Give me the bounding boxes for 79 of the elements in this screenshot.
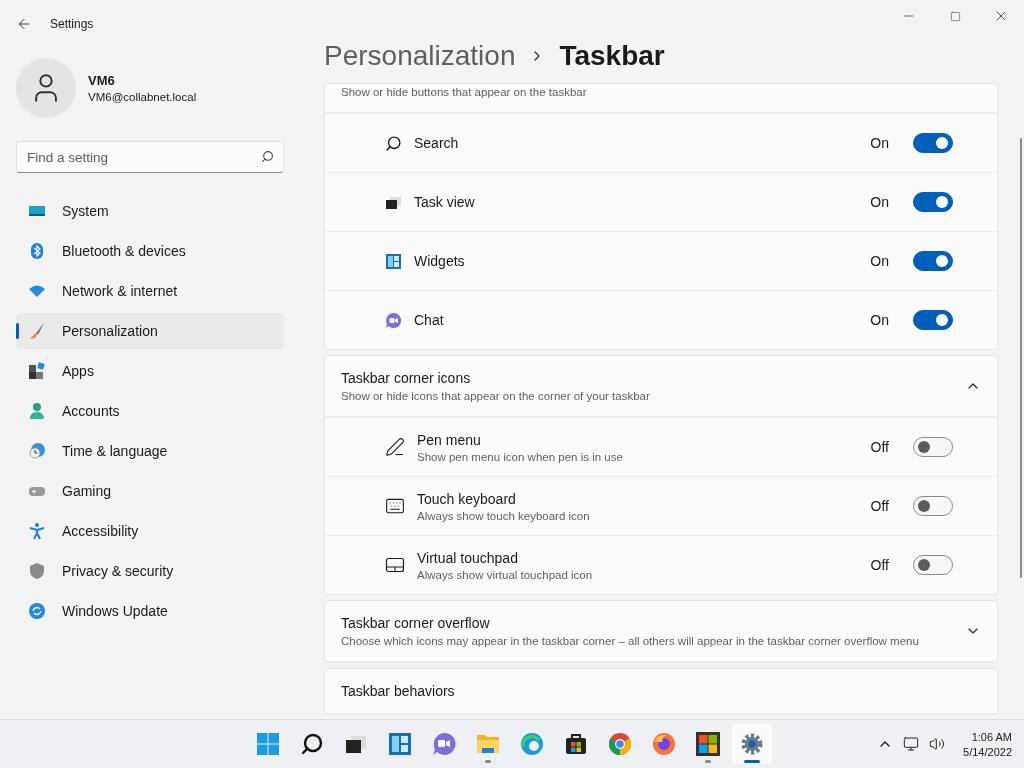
nav-item[interactable]: Privacy & security bbox=[16, 553, 284, 589]
settings-icon[interactable] bbox=[740, 732, 764, 757]
network-icon[interactable] bbox=[903, 736, 920, 753]
toggle-switch[interactable] bbox=[913, 496, 953, 516]
pen-icon bbox=[385, 437, 405, 457]
setting-label: Search bbox=[414, 135, 460, 151]
chat-icon bbox=[385, 311, 402, 329]
toggle-state: Off bbox=[870, 557, 889, 573]
accessibility-icon bbox=[28, 522, 46, 540]
search-icon bbox=[385, 134, 402, 152]
toggle-switch[interactable] bbox=[913, 133, 953, 153]
chat-icon[interactable] bbox=[432, 732, 456, 757]
keyboard-icon bbox=[385, 496, 405, 516]
running-indicator bbox=[485, 760, 491, 764]
toggle-switch[interactable] bbox=[913, 437, 953, 457]
window-title: Settings bbox=[50, 17, 94, 31]
nav-item[interactable]: Gaming bbox=[16, 473, 284, 509]
nav-item[interactable]: Bluetooth & devices bbox=[16, 233, 284, 269]
firefox-browser-icon[interactable] bbox=[652, 732, 676, 757]
nav-item[interactable]: Apps bbox=[16, 353, 284, 389]
setting-label: Pen menu bbox=[417, 431, 482, 448]
bluetooth-icon bbox=[28, 242, 46, 260]
running-indicator bbox=[705, 760, 711, 764]
page-title: Taskbar bbox=[559, 39, 665, 72]
globe-clock-icon bbox=[28, 442, 46, 460]
toggle-switch[interactable] bbox=[913, 192, 953, 212]
volume-icon[interactable] bbox=[929, 736, 946, 753]
search-icon bbox=[261, 150, 274, 163]
toggle-switch[interactable] bbox=[913, 310, 953, 330]
setting-description: Always show touch keyboard icon bbox=[417, 509, 591, 522]
breadcrumb-link[interactable]: Personalization bbox=[324, 39, 516, 72]
setting-label: Task view bbox=[414, 194, 476, 210]
toggle-state: On bbox=[870, 194, 889, 210]
nav-item[interactable]: Accessibility bbox=[16, 513, 284, 549]
running-indicator bbox=[744, 760, 760, 764]
back-icon[interactable] bbox=[16, 16, 32, 32]
search-icon[interactable] bbox=[300, 732, 324, 757]
section-header[interactable]: Taskbar corner overflow Choose which icons may appear in the taskbar corner – all others will appear in the taskbar corner overflow menu bbox=[325, 601, 997, 662]
nav-item[interactable]: System bbox=[16, 193, 284, 229]
setting-label: Chat bbox=[414, 312, 445, 328]
widgets-icon bbox=[385, 252, 402, 270]
widgets-icon[interactable] bbox=[388, 732, 412, 757]
section-header: Show or hide buttons that appear on the taskbar bbox=[325, 84, 997, 113]
refresh-icon bbox=[28, 602, 46, 620]
nav-item[interactable]: Time & language bbox=[16, 433, 284, 469]
clock[interactable]: 1:06 AM 5/14/2022 bbox=[963, 730, 1012, 758]
user-name: VM6 bbox=[88, 73, 116, 88]
nav-item[interactable]: Windows Update bbox=[16, 593, 284, 629]
scrollbar[interactable] bbox=[1020, 138, 1022, 578]
brush-icon bbox=[28, 322, 46, 340]
toggle-switch[interactable] bbox=[913, 251, 953, 271]
toggle-state: Off bbox=[870, 439, 889, 455]
setting-label: Virtual touchpad bbox=[417, 549, 519, 566]
section-header: Taskbar behaviors bbox=[325, 669, 997, 714]
edge-browser-icon[interactable] bbox=[520, 732, 544, 757]
windows-logo-icon[interactable] bbox=[256, 732, 280, 757]
maximize-icon bbox=[949, 10, 961, 22]
toggle-state: On bbox=[870, 135, 889, 151]
setting-description: Show pen menu icon when pen is in use bbox=[417, 450, 624, 463]
toggle-switch[interactable] bbox=[913, 555, 953, 575]
touchpad-icon bbox=[385, 555, 405, 575]
nav-item[interactable]: Personalization bbox=[16, 313, 284, 349]
toggle-state: On bbox=[870, 253, 889, 269]
chrome-browser-icon[interactable] bbox=[608, 732, 632, 757]
colored-squares-icon[interactable] bbox=[696, 732, 720, 757]
section-header[interactable]: Taskbar corner icons Show or hide icons that appear on the corner of your taskbar bbox=[325, 356, 997, 417]
setting-label: Touch keyboard bbox=[417, 490, 517, 507]
person-icon bbox=[28, 402, 46, 420]
nav-item[interactable]: Network & internet bbox=[16, 273, 284, 309]
search-field[interactable]: Find a setting bbox=[16, 141, 284, 173]
user-email: VM6@collabnet.local bbox=[88, 91, 197, 103]
toggle-state: On bbox=[870, 312, 889, 328]
apps-icon bbox=[28, 362, 46, 380]
setting-label: Widgets bbox=[414, 253, 466, 269]
setting-description: Always show virtual touchpad icon bbox=[417, 568, 594, 581]
shopping-bag-icon[interactable] bbox=[564, 732, 588, 757]
toggle-state: Off bbox=[870, 498, 889, 514]
shield-icon bbox=[28, 562, 46, 580]
nav-item[interactable]: Accounts bbox=[16, 393, 284, 429]
